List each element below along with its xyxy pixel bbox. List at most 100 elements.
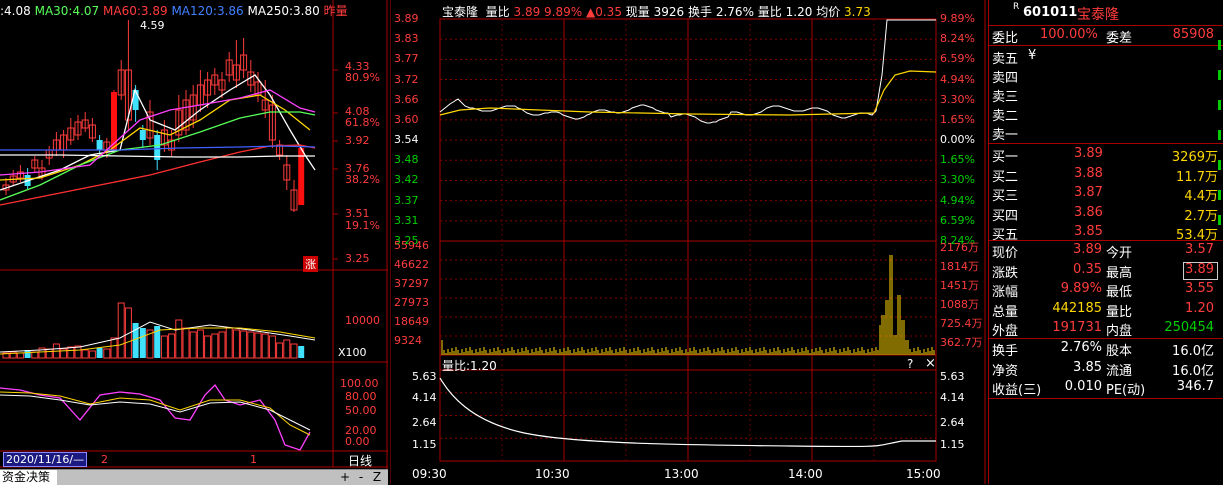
ask-label-3: 卖二 (992, 109, 1019, 124)
ma-label-3: MA120: (171, 4, 217, 18)
fin-row: 换手 2.76% 股本 16.0亿 (992, 340, 1220, 360)
pct-right-down-tick-0: 1.65% (940, 153, 975, 167)
ratio-left-tick-3: 1.15 (412, 438, 437, 451)
stat-value1-2: 9.89% (1060, 281, 1102, 296)
scroll-mark (1218, 70, 1221, 80)
quote-separator-0 (988, 25, 1223, 26)
bid-vol-2: 4.4万 (1184, 189, 1218, 204)
vol-bar-40 (290, 343, 298, 359)
bid-vol-1: 11.7万 (1176, 169, 1218, 185)
bid-price-4: 3.85 (1074, 224, 1103, 239)
vol-bar-6 (45, 348, 53, 359)
osc-tick-5: 0.00 (345, 435, 370, 448)
ask-row: 卖二 (992, 105, 1220, 125)
price-left-tick-5: 3.60 (394, 112, 419, 126)
ratio-right-tick-3: 1.15 (940, 438, 965, 451)
time-tick-4: 15:00 (906, 467, 941, 481)
tab-capital-decision[interactable]: 资金决策 (0, 470, 57, 485)
ma-label-2: MA60: (103, 4, 141, 18)
time-tick-2: 13:00 (664, 467, 699, 481)
vol-bar-22 (160, 335, 168, 359)
stat-value2-4: 250454 (1164, 320, 1214, 335)
price-mid-tick: 3.54 (394, 133, 419, 147)
ratio2-label: 量比 (757, 5, 782, 19)
help-icon[interactable]: ? (907, 357, 913, 371)
price-left-tick-2: 3.77 (394, 52, 419, 66)
price-left-down-tick-2: 3.37 (394, 193, 419, 207)
ratio-left-tick-1: 4.14 (412, 391, 437, 404)
vol-bar-32 (232, 329, 240, 359)
date-box[interactable]: 2020/11/16/— (3, 452, 88, 467)
price-left-tick-1: 3.83 (394, 32, 419, 46)
stat-value1-3: 442185 (1052, 300, 1102, 316)
bid-price-1: 3.88 (1074, 165, 1103, 181)
ma-label-4: MA250: (247, 4, 294, 18)
vol-bar-39 (283, 339, 291, 359)
stat-value2-3: 1.20 (1185, 300, 1214, 316)
fin-value2-2: 346.7 (1176, 379, 1214, 394)
candle-body-18 (132, 90, 139, 110)
zoom-out-button[interactable]: - (354, 470, 368, 485)
r-mark: R (1013, 2, 1020, 12)
scroll-mark (1218, 160, 1221, 170)
vol-bar-23 (168, 333, 176, 359)
vol-right-tick-1: 1814万 (940, 260, 979, 273)
vol-bar-35 (254, 332, 262, 359)
ratio2-value: 1.20 (785, 5, 813, 19)
fin-label1-2: 收益(三) (992, 383, 1042, 398)
pct-tick-3: 38.2% (345, 173, 380, 186)
bid-row: 买五 3.85 53.4万 (992, 224, 1220, 244)
z-button[interactable]: Z (370, 470, 384, 485)
vol-left-tick-2: 37297 (394, 277, 429, 290)
intraday-panel[interactable]: 宝泰隆 量比 3.89 9.89% ▲0.35 现量 3926 换手 2.76%… (390, 0, 986, 484)
now-vol-label: 现量 (625, 5, 650, 19)
quote-scrollbar[interactable] (1218, 26, 1222, 236)
ma-item-1: 4.07 (72, 4, 100, 18)
vol-unit: X100 (338, 346, 367, 359)
ratio-right-tick-2: 2.64 (940, 416, 965, 429)
close-icon[interactable]: × (925, 356, 936, 371)
vol-left-tick-0: 55946 (394, 239, 429, 252)
fin-label2-0: 股本 (1106, 344, 1133, 359)
bottom-tab-bar: 资金决策 + - Z (0, 469, 388, 485)
fin-row: 收益(三) 0.010 PE(动) 346.7 (992, 379, 1220, 399)
weibi-value: 100.00% (1040, 27, 1098, 42)
bid-price-2: 3.87 (1074, 185, 1103, 200)
stat-label2-2: 最低 (1106, 285, 1133, 300)
time-tick-1: 10:30 (535, 467, 570, 481)
now-vol-value: 3926 (653, 5, 685, 19)
osc-tick-2: 80.00 (345, 390, 377, 403)
ratio-value: 3.89 (513, 5, 541, 19)
ask-row: 卖四 (992, 67, 1220, 87)
weibi-label: 委比 (992, 31, 1019, 46)
osc-tick-3: 50.00 (345, 404, 377, 417)
bid-label-1: 买二 (992, 169, 1019, 185)
ma-item-0: 4.08 (4, 4, 31, 18)
vol-bar-28 (204, 335, 212, 359)
period-label[interactable]: 日线 (348, 452, 372, 469)
ask-label-2: 卖三 (992, 90, 1019, 105)
pct-right-down-tick-1: 3.30% (940, 173, 975, 187)
vol-right-tick-4: 725.4万 (940, 317, 983, 330)
kline-panel[interactable]: :4.08 MA30:4.07 MA60:3.89 MA120:3.86 MA2… (0, 0, 388, 470)
ratio-right-tick-1: 4.14 (940, 391, 965, 404)
zoom-in-button[interactable]: + (338, 470, 352, 485)
vol-bar-31 (225, 327, 233, 359)
vol-bar-38 (276, 342, 284, 359)
stat-label2-3: 量比 (1106, 304, 1133, 320)
ma-tag: 昨量 (323, 4, 348, 18)
bid-price-0: 3.89 (1074, 146, 1103, 161)
weicha-label: 委差 (1106, 31, 1133, 46)
pct-right-down-tick-2: 4.94% (940, 193, 975, 207)
stat-label1-0: 现价 (992, 246, 1019, 261)
stat-label2-1: 最高 (1106, 265, 1133, 281)
turnover-value: 2.76% (715, 5, 754, 19)
vol-bar-36 (261, 333, 269, 359)
fin-value1-0: 2.76% (1060, 340, 1102, 355)
vol-right-tick-5: 362.7万 (940, 336, 983, 349)
fin-value1-2: 0.010 (1064, 379, 1102, 394)
pct-mid-tick: 0.00% (940, 133, 975, 147)
ask-price-0: ¥ (1028, 48, 1037, 63)
ask-row: 卖三 (992, 86, 1220, 106)
vol-bar-26 (189, 331, 197, 359)
